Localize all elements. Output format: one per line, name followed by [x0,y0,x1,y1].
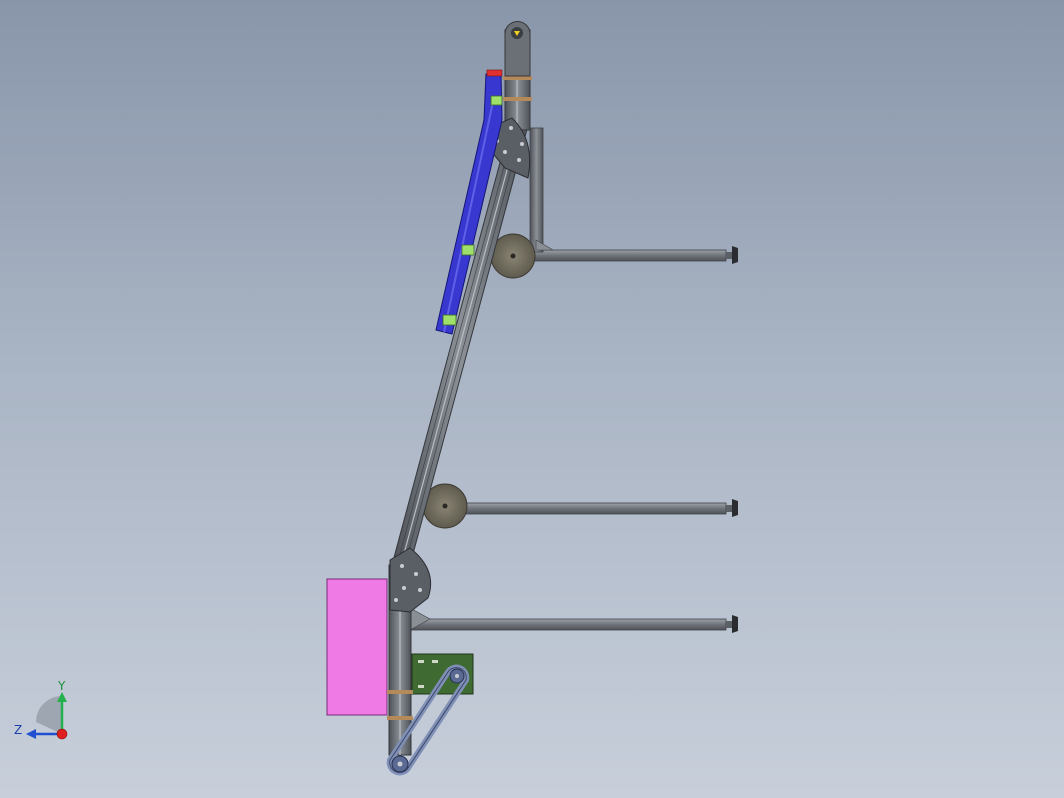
orientation-triad: Y Z [14,679,68,740]
magenta-panel[interactable] [326,578,388,716]
pivot-bracket-bottom[interactable] [389,547,432,613]
leveling-foot-icon [732,246,738,264]
frame-bracket [503,97,532,101]
green-clamp[interactable] [490,95,503,106]
leveling-foot-icon [732,499,738,517]
cad-viewport[interactable]: Y Z [0,0,1064,798]
upright-post [529,127,544,253]
red-marker [486,69,503,77]
support-leg-middle[interactable] [459,499,738,517]
triad-z-label: Z [14,723,22,737]
triad-origin-icon [56,728,68,740]
z-axis-arrowhead-icon [26,729,36,739]
support-leg-top[interactable] [529,127,738,264]
frame-bracket [387,716,413,720]
support-leg-bottom[interactable] [409,607,738,633]
leveling-foot-icon [732,615,738,633]
frame-bracket [503,76,532,80]
frame-bracket [387,690,413,694]
green-clamp[interactable] [442,314,457,326]
triad-y-label: Y [57,679,66,693]
green-clamp[interactable] [461,244,475,256]
